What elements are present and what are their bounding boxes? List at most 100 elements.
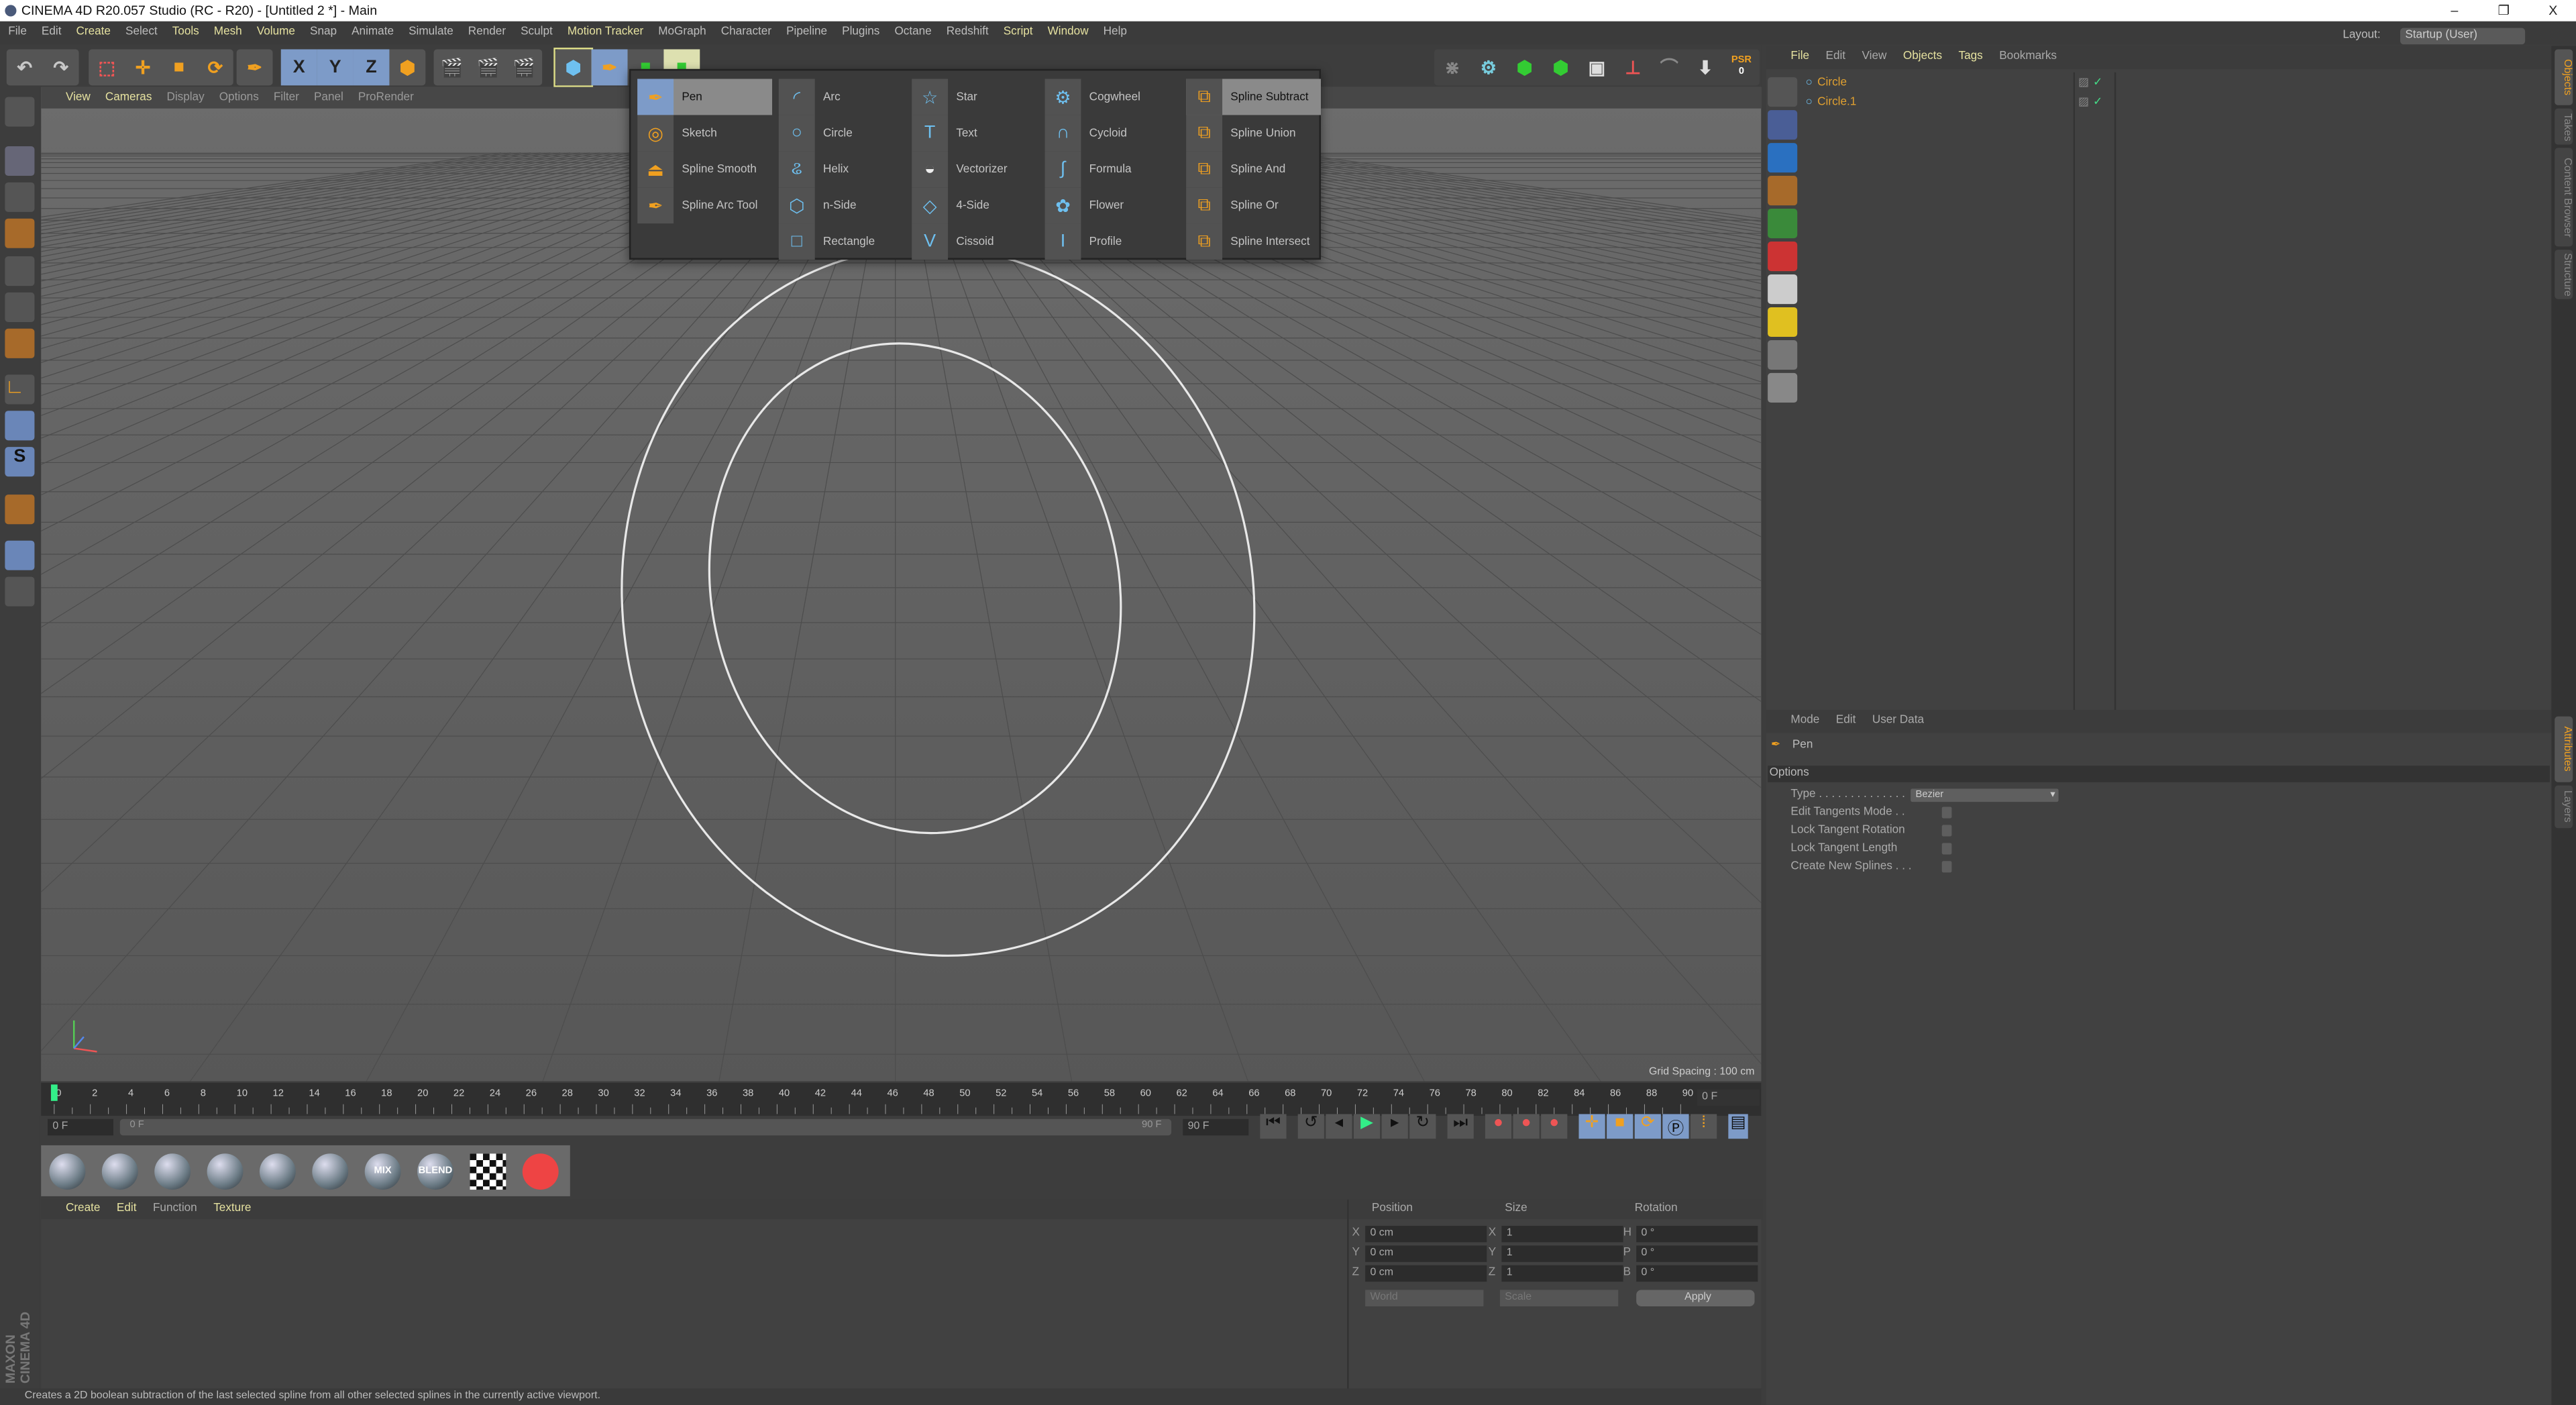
menu-item-n-side[interactable]: ⬡ n-Side (778, 187, 914, 224)
menu-edit[interactable]: Edit (42, 21, 62, 44)
checkbox[interactable] (1941, 861, 1952, 873)
minimize-button[interactable]: – (2432, 0, 2478, 21)
polygons-mode-icon[interactable] (5, 328, 35, 358)
attributes-menu-mode[interactable]: Mode (1790, 710, 1819, 733)
attributes-menu-edit[interactable]: Edit (1836, 710, 1856, 733)
menu-item-sketch[interactable]: ◎ Sketch (637, 115, 772, 152)
previous-frame-icon[interactable]: ◂ (1326, 1114, 1352, 1139)
layout-dropdown[interactable]: Startup (User) (2400, 28, 2526, 45)
coordinate-system-icon[interactable]: ⬢ (389, 49, 425, 85)
material-preset[interactable] (41, 1145, 93, 1196)
render-settings-icon[interactable]: 🎬 (506, 49, 542, 85)
visibility-toggle-icon[interactable]: ▨ (2078, 94, 2089, 113)
menu-item-pen[interactable]: ✒ Pen (637, 79, 773, 115)
grid-icon[interactable] (5, 576, 35, 607)
menu-mesh[interactable]: Mesh (214, 21, 242, 44)
points-mode-icon[interactable] (5, 256, 35, 287)
tab-objects[interactable]: Objects (2555, 49, 2573, 105)
checkbox[interactable] (1941, 843, 1952, 855)
y-axis-button[interactable]: Y (317, 49, 354, 86)
floor-icon[interactable] (1768, 274, 1798, 305)
menu-item-spline-and[interactable]: ⧉ Spline And (1186, 151, 1321, 188)
coordinate-field[interactable]: 0 ° (1636, 1245, 1758, 1262)
tab-takes[interactable]: Takes (2555, 108, 2573, 145)
light-icon[interactable] (1768, 307, 1798, 337)
material-preset[interactable]: BLEND (409, 1145, 462, 1196)
render-view-icon[interactable]: 🎬 (434, 49, 470, 85)
menu-item-4-side[interactable]: ◇ 4-Side (912, 187, 1046, 224)
coordinate-field[interactable]: 1 (1501, 1265, 1623, 1282)
redo-icon[interactable]: ↷ (43, 49, 79, 85)
viewport-menu-cameras[interactable]: Cameras (105, 87, 152, 109)
move-icon[interactable]: ✛ (125, 49, 161, 85)
menu-item-arc[interactable]: ◜ Arc (778, 79, 914, 115)
menu-window[interactable]: Window (1048, 21, 1089, 44)
magnet-icon[interactable] (5, 495, 35, 525)
materials-menu-function[interactable]: Function (153, 1200, 197, 1219)
render-picture-viewer-icon[interactable]: 🎬 (470, 49, 506, 85)
record-icon[interactable]: ● (1485, 1114, 1512, 1139)
lock-workplane-icon[interactable] (5, 540, 35, 570)
restore-button[interactable]: ❐ (2481, 0, 2527, 21)
timeline-ruler[interactable]: 0 2 4 6 8 10 12 14 16 18 20 22 24 26 28 30 32 34 36 38 40 42 4… (41, 1082, 1762, 1116)
range-slider[interactable]: 0 F 90 F (119, 1118, 1172, 1136)
edges-mode-icon[interactable] (5, 292, 35, 323)
objects-menu-tags[interactable]: Tags (1959, 46, 1983, 69)
menu-item-spline-intersect[interactable]: ⧉ Spline Intersect (1186, 223, 1321, 260)
scale-icon[interactable]: ■ (161, 49, 197, 85)
settings-gear-icon[interactable]: ⚙ (1470, 49, 1507, 85)
menu-item-star[interactable]: ☆ Star (912, 79, 1046, 115)
menu-item-profile[interactable]: I Profile (1044, 223, 1180, 260)
menu-render[interactable]: Render (468, 21, 506, 44)
autokey-icon[interactable]: ● (1513, 1114, 1540, 1139)
previous-key-icon[interactable]: ↺ (1297, 1114, 1324, 1139)
tab-layers[interactable]: Layers (2555, 785, 2573, 829)
material-preset[interactable] (146, 1145, 199, 1196)
lock-icon[interactable]: ⌒ (1651, 49, 1687, 85)
viewport-menu-display[interactable]: Display (166, 87, 204, 109)
axis-mode-icon[interactable]: ∟ (5, 374, 35, 405)
enabled-check-icon[interactable]: ✓ (2093, 94, 2102, 113)
checkbox[interactable] (1941, 825, 1952, 837)
axis-icon[interactable]: ⊥ (1615, 49, 1651, 85)
play-icon[interactable]: ▶ (1353, 1114, 1381, 1139)
workplane-mode-icon[interactable] (5, 218, 35, 248)
menu-select[interactable]: Select (125, 21, 158, 44)
target-icon[interactable] (1768, 372, 1798, 403)
z-axis-button[interactable]: Z (353, 49, 390, 86)
coordinate-field[interactable]: 0 cm (1365, 1265, 1487, 1282)
model-mode-icon[interactable] (5, 146, 35, 176)
rotate-icon[interactable]: ⟳ (197, 49, 233, 85)
enabled-check-icon[interactable]: ✓ (2093, 74, 2102, 93)
menu-item-spline-union[interactable]: ⧉ Spline Union (1186, 115, 1321, 152)
timeline-window-icon[interactable]: ▤ (1728, 1114, 1748, 1139)
material-preset[interactable] (304, 1145, 356, 1196)
current-frame-field[interactable]: 0 F (1697, 1089, 1760, 1106)
menu-item-text[interactable]: T Text (912, 115, 1046, 152)
menu-item-spline-subtract[interactable]: ⧉ Spline Subtract (1186, 79, 1321, 115)
menu-item-spline-or[interactable]: ⧉ Spline Or (1186, 187, 1321, 224)
cloner-icon[interactable]: ⬢ (1543, 49, 1579, 85)
menu-item-rectangle[interactable]: □ Rectangle (778, 223, 914, 260)
tab-structure[interactable]: Structure (2555, 250, 2573, 299)
tab-content-browser[interactable]: Content Browser (2555, 148, 2573, 247)
key-scale-icon[interactable]: ■ (1607, 1114, 1633, 1139)
menu-sculpt[interactable]: Sculpt (521, 21, 553, 44)
key-pla-icon[interactable]: ⁞ (1690, 1114, 1717, 1139)
menu-item-circle[interactable]: ○ Circle (778, 115, 914, 152)
menu-file[interactable]: File (8, 21, 27, 44)
viewport-menu-panel[interactable]: Panel (314, 87, 343, 109)
menu-character[interactable]: Character (721, 21, 771, 44)
workplane-icon[interactable]: ▣ (1578, 49, 1615, 85)
keyframe-selection-icon[interactable]: ● (1541, 1114, 1568, 1139)
menu-motion-tracker[interactable]: Motion Tracker (568, 21, 643, 44)
go-to-end-icon[interactable]: ⏭ (1447, 1114, 1474, 1139)
menu-item-cycloid[interactable]: ∩ Cycloid (1044, 115, 1180, 152)
coordinate-field[interactable]: 1 (1501, 1225, 1623, 1243)
menu-pipeline[interactable]: Pipeline (786, 21, 827, 44)
material-preset[interactable] (252, 1145, 304, 1196)
download-icon[interactable]: ⬇ (1687, 49, 1723, 85)
viewport-menu-prorender[interactable]: ProRender (358, 87, 414, 109)
viewport-menu-view[interactable]: View (66, 87, 91, 109)
pen-tool-icon[interactable]: ✒ (237, 49, 273, 85)
